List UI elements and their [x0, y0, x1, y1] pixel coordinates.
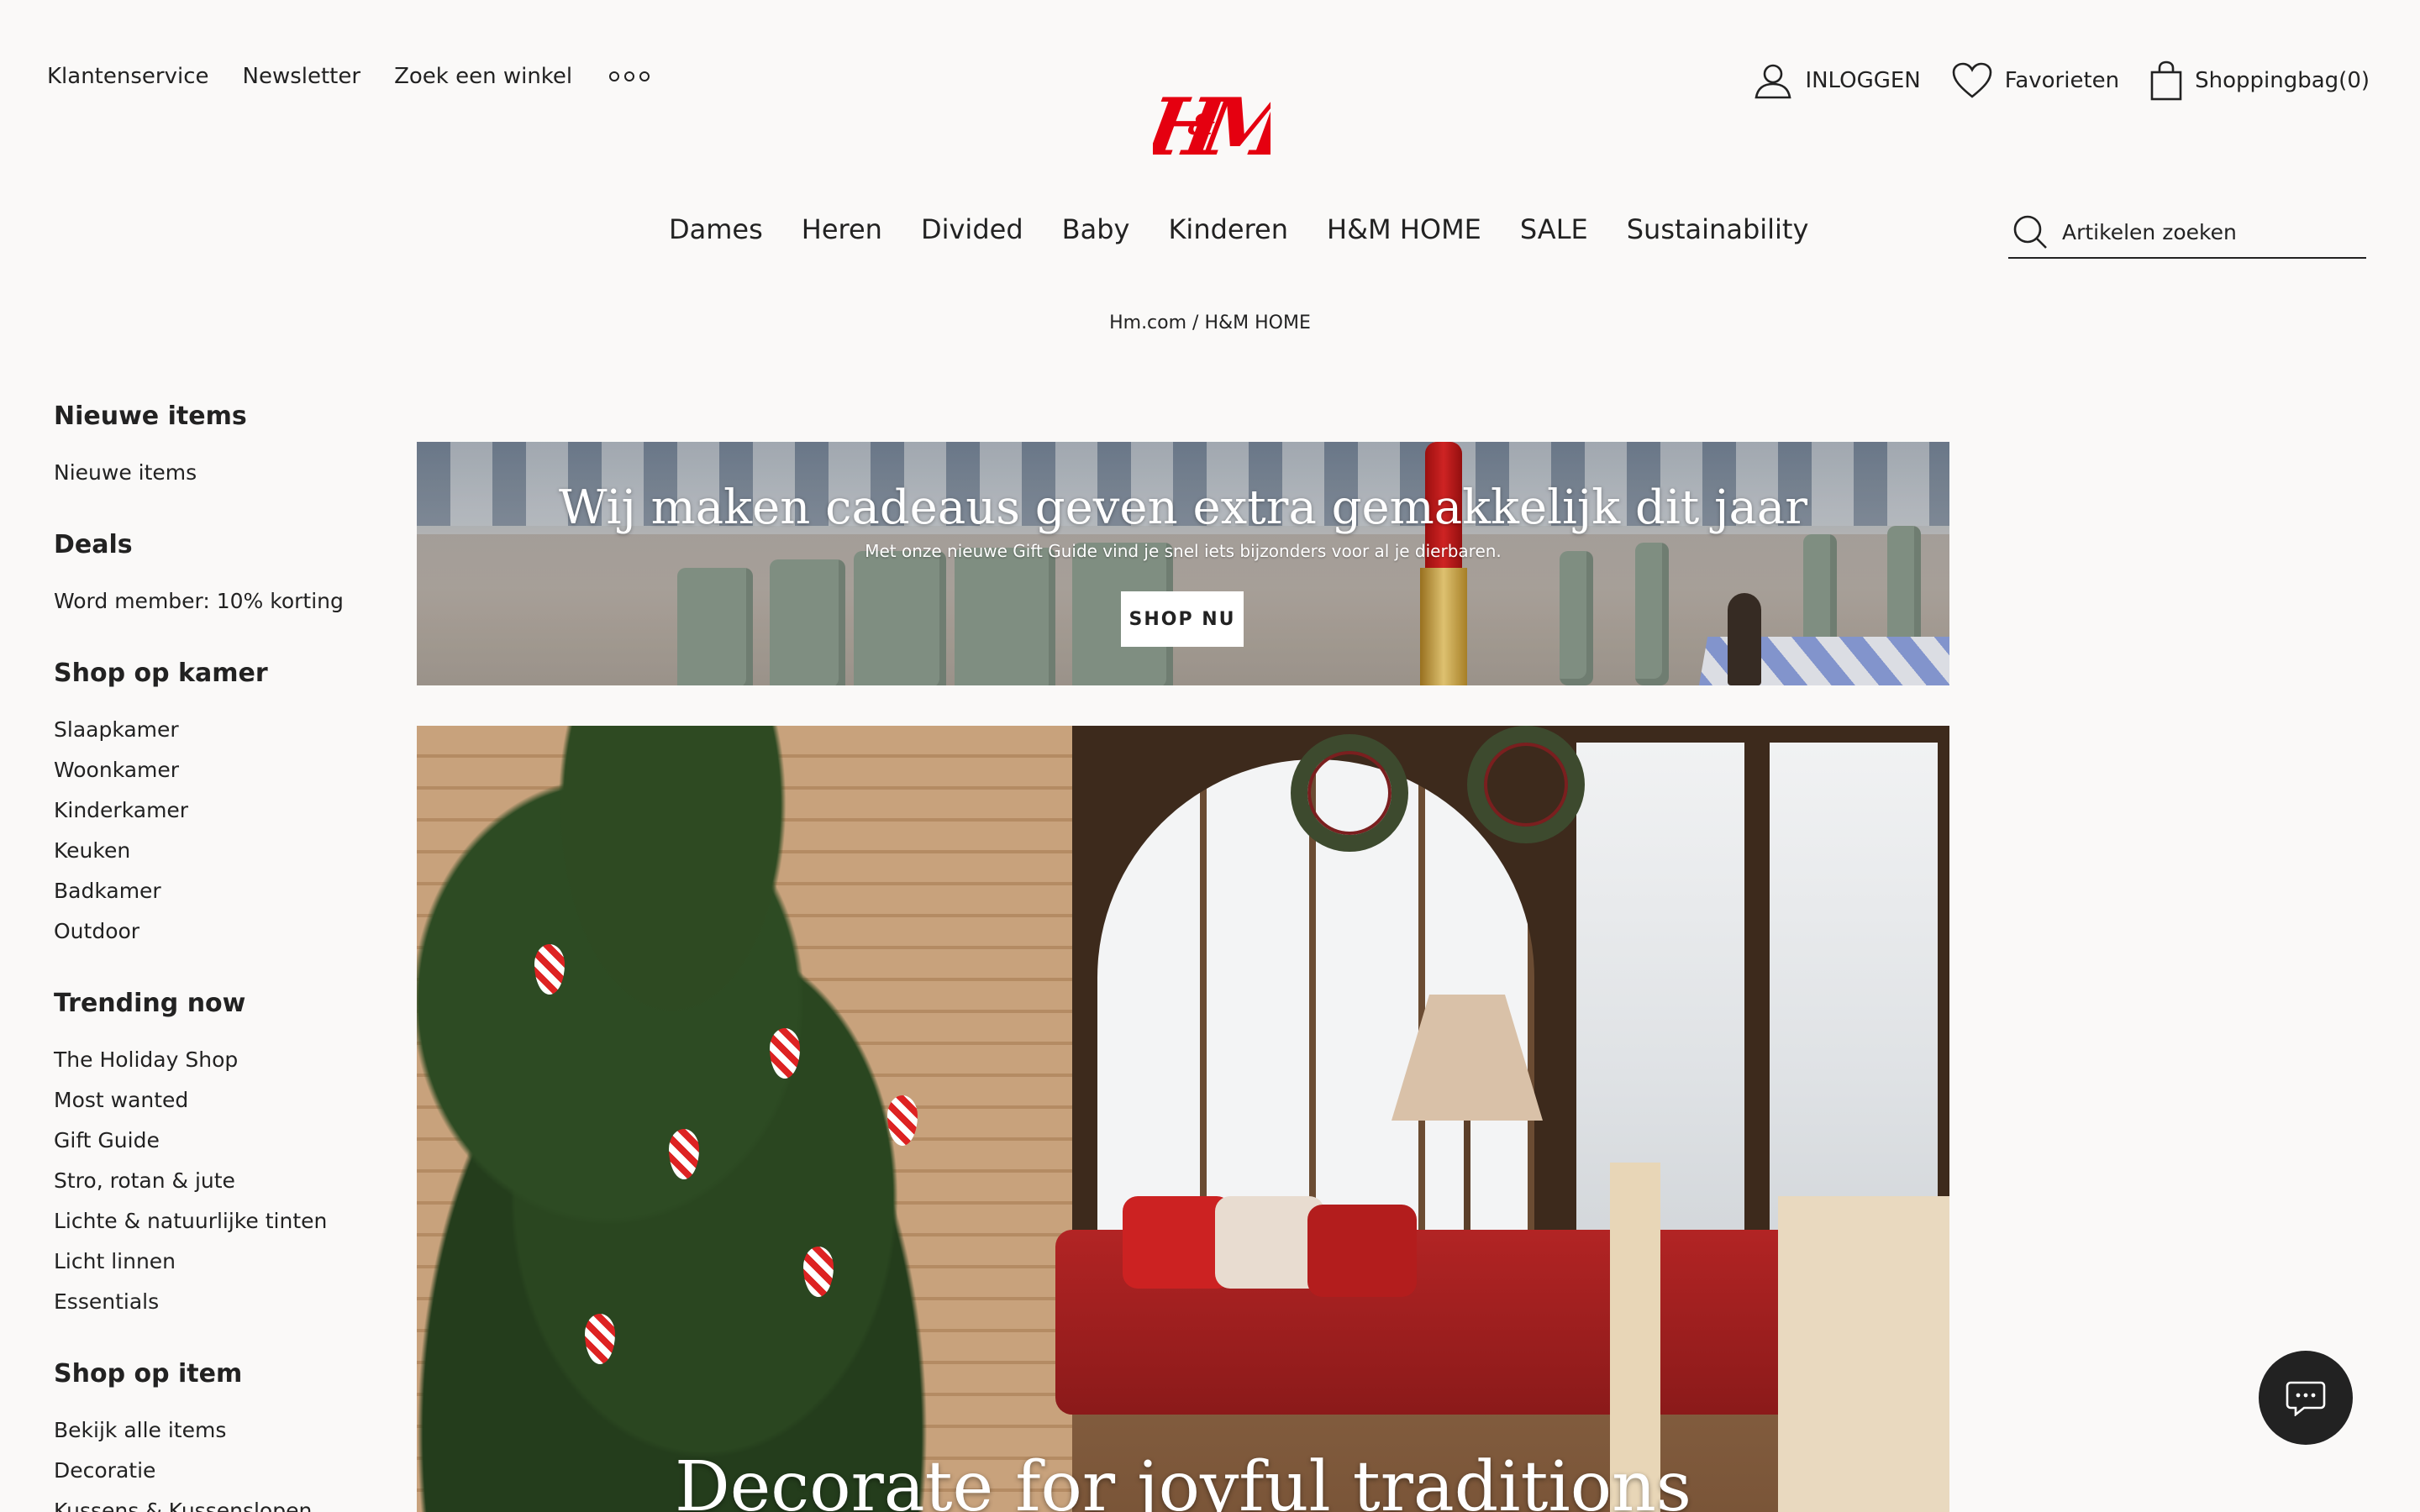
sidebar-group-rooms: Shop op kamer Slaapkamer Woonkamer Kinde…	[54, 659, 373, 952]
main-nav: Dames Heren Divided Baby Kinderen H&M HO…	[669, 213, 1808, 245]
utility-link-customer-service[interactable]: Klantenservice	[47, 64, 209, 89]
category-sidebar: Nieuwe items Nieuwe items Deals Word mem…	[54, 402, 373, 1512]
sidebar-item-member-discount[interactable]: Word member: 10% korting	[54, 581, 373, 622]
window-pane	[1576, 743, 1744, 1297]
chat-icon	[2286, 1381, 2326, 1416]
search-bar	[2008, 207, 2366, 259]
sidebar-item-outdoor[interactable]: Outdoor	[54, 911, 373, 952]
breadcrumb-home[interactable]: Hm.com	[1109, 312, 1186, 333]
wreath-decor	[1291, 734, 1408, 852]
nav-item-baby[interactable]: Baby	[1062, 213, 1130, 245]
gift-guide-banner[interactable]: Wij maken cadeaus geven extra gemakkelij…	[417, 442, 1949, 685]
sidebar-item-kids-room[interactable]: Kinderkamer	[54, 790, 373, 831]
sidebar-item-straw-rattan-jute[interactable]: Stro, rotan & jute	[54, 1161, 373, 1201]
sidebar-item-light-linen[interactable]: Licht linnen	[54, 1242, 373, 1282]
shopping-bag-label: Shoppingbag(0)	[2195, 68, 2370, 93]
sidebar-item-gift-guide[interactable]: Gift Guide	[54, 1121, 373, 1161]
sidebar-item-natural-tones[interactable]: Lichte & natuurlijke tinten	[54, 1201, 373, 1242]
heart-icon	[1952, 62, 1992, 98]
nav-item-dames[interactable]: Dames	[669, 213, 763, 245]
shopping-bag-button[interactable]: Shoppingbag(0)	[2149, 60, 2370, 101]
sidebar-item-essentials[interactable]: Essentials	[54, 1282, 373, 1322]
login-label: INLOGGEN	[1805, 68, 1921, 93]
more-dots-icon[interactable]	[609, 71, 650, 81]
nav-item-heren[interactable]: Heren	[802, 213, 882, 245]
utility-nav: Klantenservice Newsletter Zoek een winke…	[47, 64, 650, 89]
chat-button[interactable]	[2259, 1351, 2353, 1445]
breadcrumb: Hm.com / H&M HOME	[0, 312, 2420, 333]
hero-title: Decorate for joyful traditions	[675, 1447, 1691, 1512]
sidebar-item-holiday-shop[interactable]: The Holiday Shop	[54, 1040, 373, 1080]
login-button[interactable]: INLOGGEN	[1753, 60, 1921, 101]
sidebar-item-all-items[interactable]: Bekijk alle items	[54, 1410, 373, 1451]
sidebar-heading[interactable]: Shop op item	[54, 1359, 373, 1389]
sidebar-item-kitchen[interactable]: Keuken	[54, 831, 373, 871]
sidebar-item-decoration[interactable]: Decoratie	[54, 1451, 373, 1491]
account-nav: INLOGGEN Favorieten Shoppingbag(0)	[1753, 60, 2370, 101]
sidebar-item-most-wanted[interactable]: Most wanted	[54, 1080, 373, 1121]
utility-link-newsletter[interactable]: Newsletter	[243, 64, 361, 89]
sidebar-item-living-room[interactable]: Woonkamer	[54, 750, 373, 790]
holiday-hero-banner[interactable]: Decorate for joyful traditions	[417, 726, 1949, 1512]
sidebar-group-deals: Deals Word member: 10% korting	[54, 530, 373, 622]
nav-item-hm-home[interactable]: H&M HOME	[1327, 213, 1481, 245]
sidebar-item-bedroom[interactable]: Slaapkamer	[54, 710, 373, 750]
sidebar-heading[interactable]: Trending now	[54, 989, 373, 1018]
sidebar-group-trending: Trending now The Holiday Shop Most wante…	[54, 989, 373, 1322]
sidebar-heading[interactable]: Shop op kamer	[54, 659, 373, 688]
sidebar-heading[interactable]: Deals	[54, 530, 373, 559]
banner-overlay	[417, 442, 1949, 685]
pillow-decor	[1307, 1205, 1417, 1297]
favorites-label: Favorieten	[2004, 68, 2120, 93]
banner-subtitle: Met onze nieuwe Gift Guide vind je snel …	[865, 541, 1502, 561]
sidebar-item-cushions[interactable]: Kussens & Kussenslopen	[54, 1491, 373, 1512]
breadcrumb-separator: /	[1192, 312, 1199, 333]
sidebar-item-new-items[interactable]: Nieuwe items	[54, 453, 373, 493]
shop-now-button[interactable]: SHOP NU	[1121, 591, 1244, 647]
nav-item-divided[interactable]: Divided	[921, 213, 1023, 245]
utility-link-store-locator[interactable]: Zoek een winkel	[394, 64, 572, 89]
sidebar-item-bathroom[interactable]: Badkamer	[54, 871, 373, 911]
wreath-decor	[1467, 726, 1585, 843]
search-input[interactable]	[2062, 219, 2348, 244]
hm-logo[interactable]: H & M	[1153, 81, 1270, 173]
shopping-bag-icon	[2150, 60, 2182, 101]
user-icon	[1754, 64, 1791, 99]
nav-item-kinderen[interactable]: Kinderen	[1168, 213, 1288, 245]
christmas-tree	[417, 726, 1055, 1512]
favorites-button[interactable]: Favorieten	[1951, 61, 2119, 100]
breadcrumb-current[interactable]: H&M HOME	[1204, 312, 1310, 333]
sidebar-group-new: Nieuwe items Nieuwe items	[54, 402, 373, 493]
banner-title: Wij maken cadeaus geven extra gemakkelij…	[559, 480, 1807, 535]
nav-item-sustainability[interactable]: Sustainability	[1627, 213, 1809, 245]
nav-item-sale[interactable]: SALE	[1520, 213, 1588, 245]
sidebar-group-items: Shop op item Bekijk alle items Decoratie…	[54, 1359, 373, 1512]
sidebar-heading[interactable]: Nieuwe items	[54, 402, 373, 431]
search-icon[interactable]	[2012, 213, 2049, 250]
